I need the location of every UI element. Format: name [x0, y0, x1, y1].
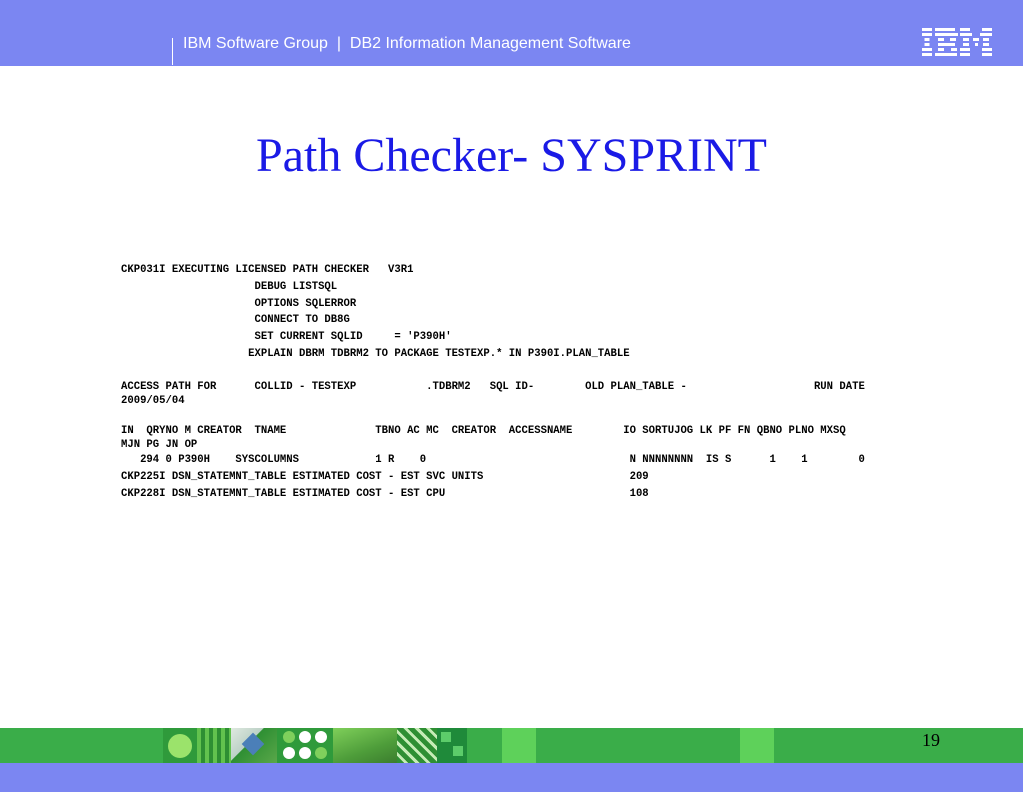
sysprint-line — [121, 363, 951, 380]
sysprint-line: CKP228I DSN_STATEMNT_TABLE ESTIMATED COS… — [121, 487, 649, 500]
footer-tile-stripes — [197, 728, 231, 763]
sysprint-line: CKP031I EXECUTING LICENSED PATH CHECKER … — [121, 264, 414, 276]
sysprint-output: CKP031I EXECUTING LICENSED PATH CHECKER … — [121, 262, 951, 503]
sysprint-line — [121, 408, 951, 425]
footer-tile-photo — [231, 728, 277, 763]
header-text: IBM Software Group | DB2 Information Man… — [183, 35, 631, 52]
footer-tile-block — [740, 728, 774, 763]
sysprint-line: DEBUG LISTSQL — [121, 280, 338, 293]
sysprint-line: 294 0 P390H SYSCOLUMNS 1 R 0 N NNNNNNNN … — [121, 454, 865, 467]
sysprint-line: MJN PG JN OP — [121, 439, 198, 452]
sysprint-line: EXPLAIN DBRM TDBRM2 TO PACKAGE TESTEXP.*… — [121, 347, 630, 360]
sysprint-line: 2009/05/04 — [121, 394, 185, 407]
footer-tile-dots — [277, 728, 333, 763]
footer-tile-squares — [437, 728, 467, 763]
footer-tile-mesh — [397, 728, 437, 763]
sysprint-line: CONNECT TO DB8G — [121, 314, 350, 327]
sysprint-line: CKP225I DSN_STATEMNT_TABLE ESTIMATED COS… — [121, 471, 649, 484]
page-number: 19 — [922, 730, 940, 750]
header-divider — [172, 38, 173, 65]
slide-title: Path Checker- SYSPRINT — [255, 129, 767, 182]
header-bar: IBM Software Group | DB2 Information Man… — [0, 0, 1023, 66]
sysprint-line: OPTIONS SQLERROR — [121, 297, 357, 310]
footer-tile-block — [502, 728, 536, 763]
footer-tile-circle — [163, 728, 197, 763]
sysprint-line: IN QRYNO M CREATOR TNAME TBNO AC MC CREA… — [121, 425, 846, 438]
ibm-logo — [922, 28, 992, 56]
footer-tile-leaf — [333, 728, 397, 763]
sysprint-line: ACCESS PATH FOR COLLID - TESTEXP .TDBRM2… — [121, 380, 865, 393]
footer-blue-band — [0, 763, 1023, 792]
sysprint-line: SET CURRENT SQLID = 'P390H' — [121, 331, 452, 344]
